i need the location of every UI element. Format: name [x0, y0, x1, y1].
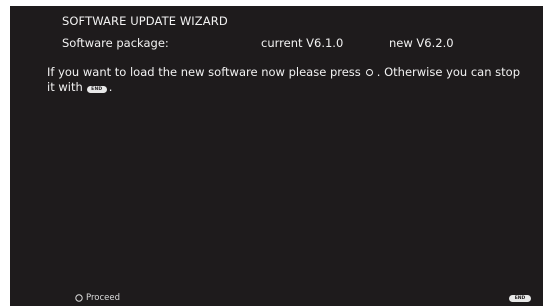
proceed-label: Proceed [86, 293, 121, 303]
end-button[interactable]: END [509, 295, 531, 302]
end-key-icon: END [86, 86, 107, 93]
proceed-button[interactable]: Proceed [75, 293, 120, 303]
ok-key-icon [75, 294, 83, 302]
message-part-3: . [108, 80, 113, 94]
current-version: current V6.1.0 [261, 36, 344, 50]
instruction-message: If you want to load the new software now… [47, 65, 529, 95]
message-part-1: If you want to load the new software now… [47, 65, 361, 79]
package-label: Software package: [62, 36, 169, 50]
wizard-title: SOFTWARE UPDATE WIZARD [62, 14, 228, 28]
new-version: new V6.2.0 [389, 36, 454, 50]
ok-key-icon [365, 66, 374, 76]
wizard-screen: SOFTWARE UPDATE WIZARD Software package:… [10, 6, 543, 306]
